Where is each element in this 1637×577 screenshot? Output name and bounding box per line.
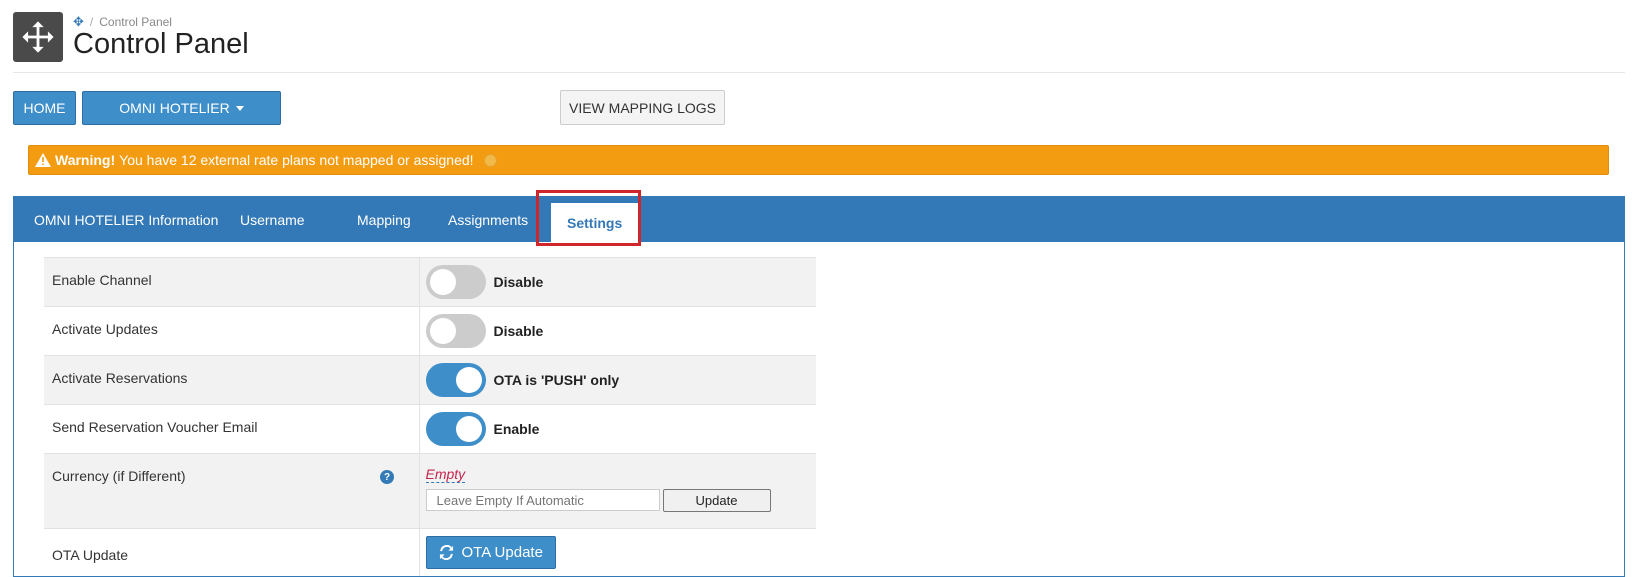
view-mapping-logs-label: VIEW MAPPING LOGS — [568, 99, 717, 116]
ota-update-label: OTA Update — [461, 544, 543, 561]
setting-control-cell: Disable — [418, 306, 816, 356]
warning-icon — [35, 153, 51, 167]
caret-down-icon — [235, 105, 244, 111]
table-row: Currency (if Different) ? Empty Update — [44, 453, 816, 529]
setting-label: Enable Channel — [44, 257, 419, 307]
toggle-knob — [429, 269, 456, 295]
settings-table: Enable Channel Disable Activate Updates … — [44, 257, 816, 576]
activate-updates-toggle[interactable] — [425, 314, 486, 348]
currency-input[interactable] — [425, 489, 660, 511]
toggle-state-text: Enable — [493, 421, 540, 437]
setting-label: Currency (if Different) — [52, 468, 186, 484]
move-arrows-icon — [13, 12, 63, 62]
ota-control-cell: OTA Update — [418, 528, 816, 576]
tab-label: Assignments — [448, 211, 529, 228]
setting-control-cell: Disable — [418, 257, 816, 307]
breadcrumb-separator: / — [89, 15, 94, 29]
setting-control-cell: OTA is 'PUSH' only — [418, 355, 816, 405]
view-mapping-logs-button[interactable]: VIEW MAPPING LOGS — [560, 90, 725, 125]
tab-label: Username — [240, 211, 305, 228]
ota-update-button[interactable]: OTA Update — [425, 536, 556, 569]
warning-alert: Warning! You have 12 external rate plans… — [28, 145, 1609, 175]
send-voucher-email-toggle[interactable] — [425, 412, 486, 446]
table-row: Activate Updates Disable — [44, 306, 816, 356]
activate-reservations-toggle[interactable] — [425, 363, 486, 397]
toggle-state-text: Disable — [493, 274, 544, 290]
tab-label: OMNI HOTELIER Information — [34, 211, 219, 228]
tab-assignments[interactable]: Assignments — [432, 197, 544, 242]
table-row: Send Reservation Voucher Email Enable — [44, 404, 816, 454]
table-row: Activate Reservations OTA is 'PUSH' only — [44, 355, 816, 405]
omni-hotelier-dropdown-button[interactable]: OMNI HOTELIER — [82, 91, 281, 125]
toggle-knob — [429, 318, 456, 344]
currency-edit-row: Update — [425, 489, 811, 512]
currency-label-cell: Currency (if Different) ? — [44, 453, 419, 529]
setting-label: OTA Update — [44, 528, 419, 576]
home-button-label: HOME — [23, 100, 66, 116]
settings-panel: OMNI HOTELIER Information Username Mappi… — [13, 190, 1625, 577]
header-divider — [13, 72, 1625, 73]
tab-highlight-box — [536, 190, 641, 246]
help-icon[interactable]: ? — [380, 470, 394, 484]
toggle-wrap: OTA is 'PUSH' only — [425, 362, 811, 398]
toggle-wrap: Enable — [425, 411, 811, 447]
table-row: Enable Channel Disable — [44, 257, 816, 307]
toggle-wrap: Disable — [425, 264, 811, 300]
setting-label: Send Reservation Voucher Email — [44, 404, 419, 454]
home-button[interactable]: HOME — [13, 91, 76, 125]
refresh-icon — [439, 545, 453, 560]
tab-label: Mapping — [357, 211, 411, 228]
tab-bar: OMNI HOTELIER Information Username Mappi… — [14, 190, 1624, 246]
currency-update-button[interactable]: Update — [662, 489, 771, 512]
currency-control-cell: Empty Update — [418, 453, 816, 529]
toggle-wrap: Disable — [425, 313, 811, 349]
tab-username[interactable]: Username — [224, 197, 321, 242]
toggle-state-text: OTA is 'PUSH' only — [493, 372, 620, 388]
table-row: OTA Update OTA Update — [44, 528, 816, 576]
enable-channel-toggle[interactable] — [425, 265, 486, 299]
page-title: Control Panel — [73, 28, 249, 60]
toggle-state-text: Disable — [493, 323, 544, 339]
toggle-knob — [455, 416, 482, 442]
warning-text: You have 12 external rate plans not mapp… — [119, 152, 474, 168]
setting-label: Activate Updates — [44, 306, 419, 356]
toggle-knob — [455, 367, 482, 393]
warning-indicator-icon — [483, 153, 497, 167]
setting-control-cell: Enable — [418, 404, 816, 454]
omni-hotelier-label: OMNI HOTELIER — [119, 100, 230, 116]
warning-strong: Warning! — [55, 152, 116, 168]
setting-label: Activate Reservations — [44, 355, 419, 405]
currency-empty-link[interactable]: Empty — [425, 466, 466, 483]
breadcrumb-current: Control Panel — [99, 15, 172, 29]
tab-mapping[interactable]: Mapping — [341, 197, 427, 242]
tab-omni-hotelier-information[interactable]: OMNI HOTELIER Information — [18, 197, 234, 242]
